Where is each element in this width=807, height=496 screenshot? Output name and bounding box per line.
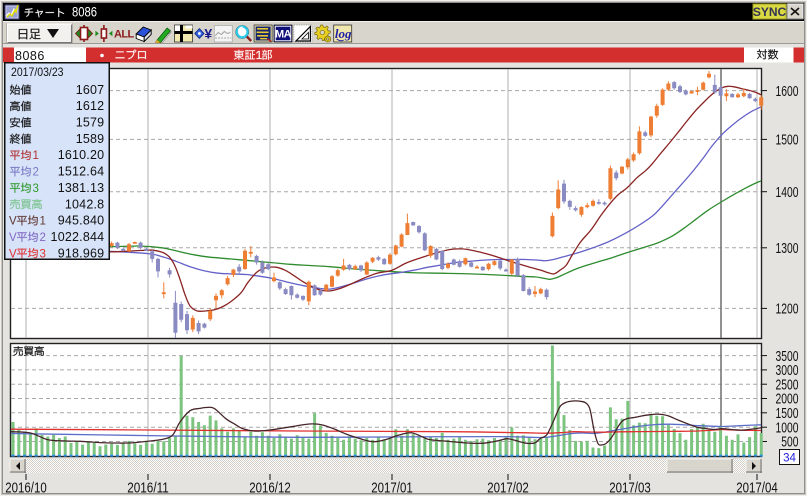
svg-text:2500: 2500 (776, 377, 799, 393)
svg-text:1612: 1612 (76, 99, 105, 113)
svg-text:1607: 1607 (76, 83, 105, 97)
svg-text:1400: 1400 (776, 185, 799, 201)
svg-text:V: V (9, 216, 17, 228)
svg-text:1: 1 (33, 150, 39, 162)
svg-text:1300: 1300 (776, 241, 799, 257)
svg-text:1200: 1200 (776, 302, 799, 318)
svg-text:1512.64: 1512.64 (58, 165, 105, 179)
svg-text:1000: 1000 (776, 420, 799, 436)
svg-text:2000: 2000 (776, 392, 799, 408)
svg-text:945.840: 945.840 (58, 214, 105, 228)
svg-text:log: log (335, 26, 352, 41)
svg-text:1022.844: 1022.844 (51, 230, 105, 244)
svg-text:2: 2 (33, 167, 39, 179)
svg-text:1600: 1600 (776, 84, 799, 100)
svg-text:34: 34 (783, 453, 796, 465)
svg-text:2016/10: 2016/10 (5, 481, 47, 496)
svg-text:2017/02: 2017/02 (487, 481, 529, 496)
svg-text:3000: 3000 (776, 363, 799, 379)
svg-text:1042.8: 1042.8 (65, 197, 104, 211)
svg-text:3: 3 (40, 248, 46, 260)
svg-text:1579: 1579 (76, 116, 105, 130)
svg-text:MA: MA (275, 29, 292, 41)
svg-text:V: V (9, 248, 17, 260)
svg-text:1: 1 (40, 216, 46, 228)
svg-text:918.969: 918.969 (58, 246, 105, 260)
svg-text:3: 3 (33, 183, 39, 195)
svg-text:8086: 8086 (15, 49, 45, 63)
svg-text:2016/12: 2016/12 (249, 481, 291, 496)
svg-text:2017/04: 2017/04 (736, 481, 778, 496)
svg-text:¥: ¥ (204, 26, 212, 42)
svg-text:3500: 3500 (776, 349, 799, 365)
svg-text:V: V (9, 232, 17, 244)
svg-text:2017/03/23: 2017/03/23 (11, 65, 64, 79)
svg-text:1500: 1500 (776, 406, 799, 422)
svg-text:2017/03: 2017/03 (609, 481, 651, 496)
svg-text:500: 500 (781, 435, 798, 451)
svg-text:2017/01: 2017/01 (371, 481, 413, 496)
svg-text:8086: 8086 (72, 5, 97, 20)
svg-text:2016/11: 2016/11 (127, 481, 169, 496)
svg-text:1610.20: 1610.20 (58, 148, 105, 162)
svg-text:ALL: ALL (114, 29, 134, 41)
svg-text:2: 2 (40, 232, 46, 244)
svg-text:SYNC: SYNC (753, 5, 787, 19)
svg-text:1500: 1500 (776, 133, 799, 149)
svg-text:1589: 1589 (76, 132, 105, 146)
svg-text:1381.13: 1381.13 (58, 181, 105, 195)
